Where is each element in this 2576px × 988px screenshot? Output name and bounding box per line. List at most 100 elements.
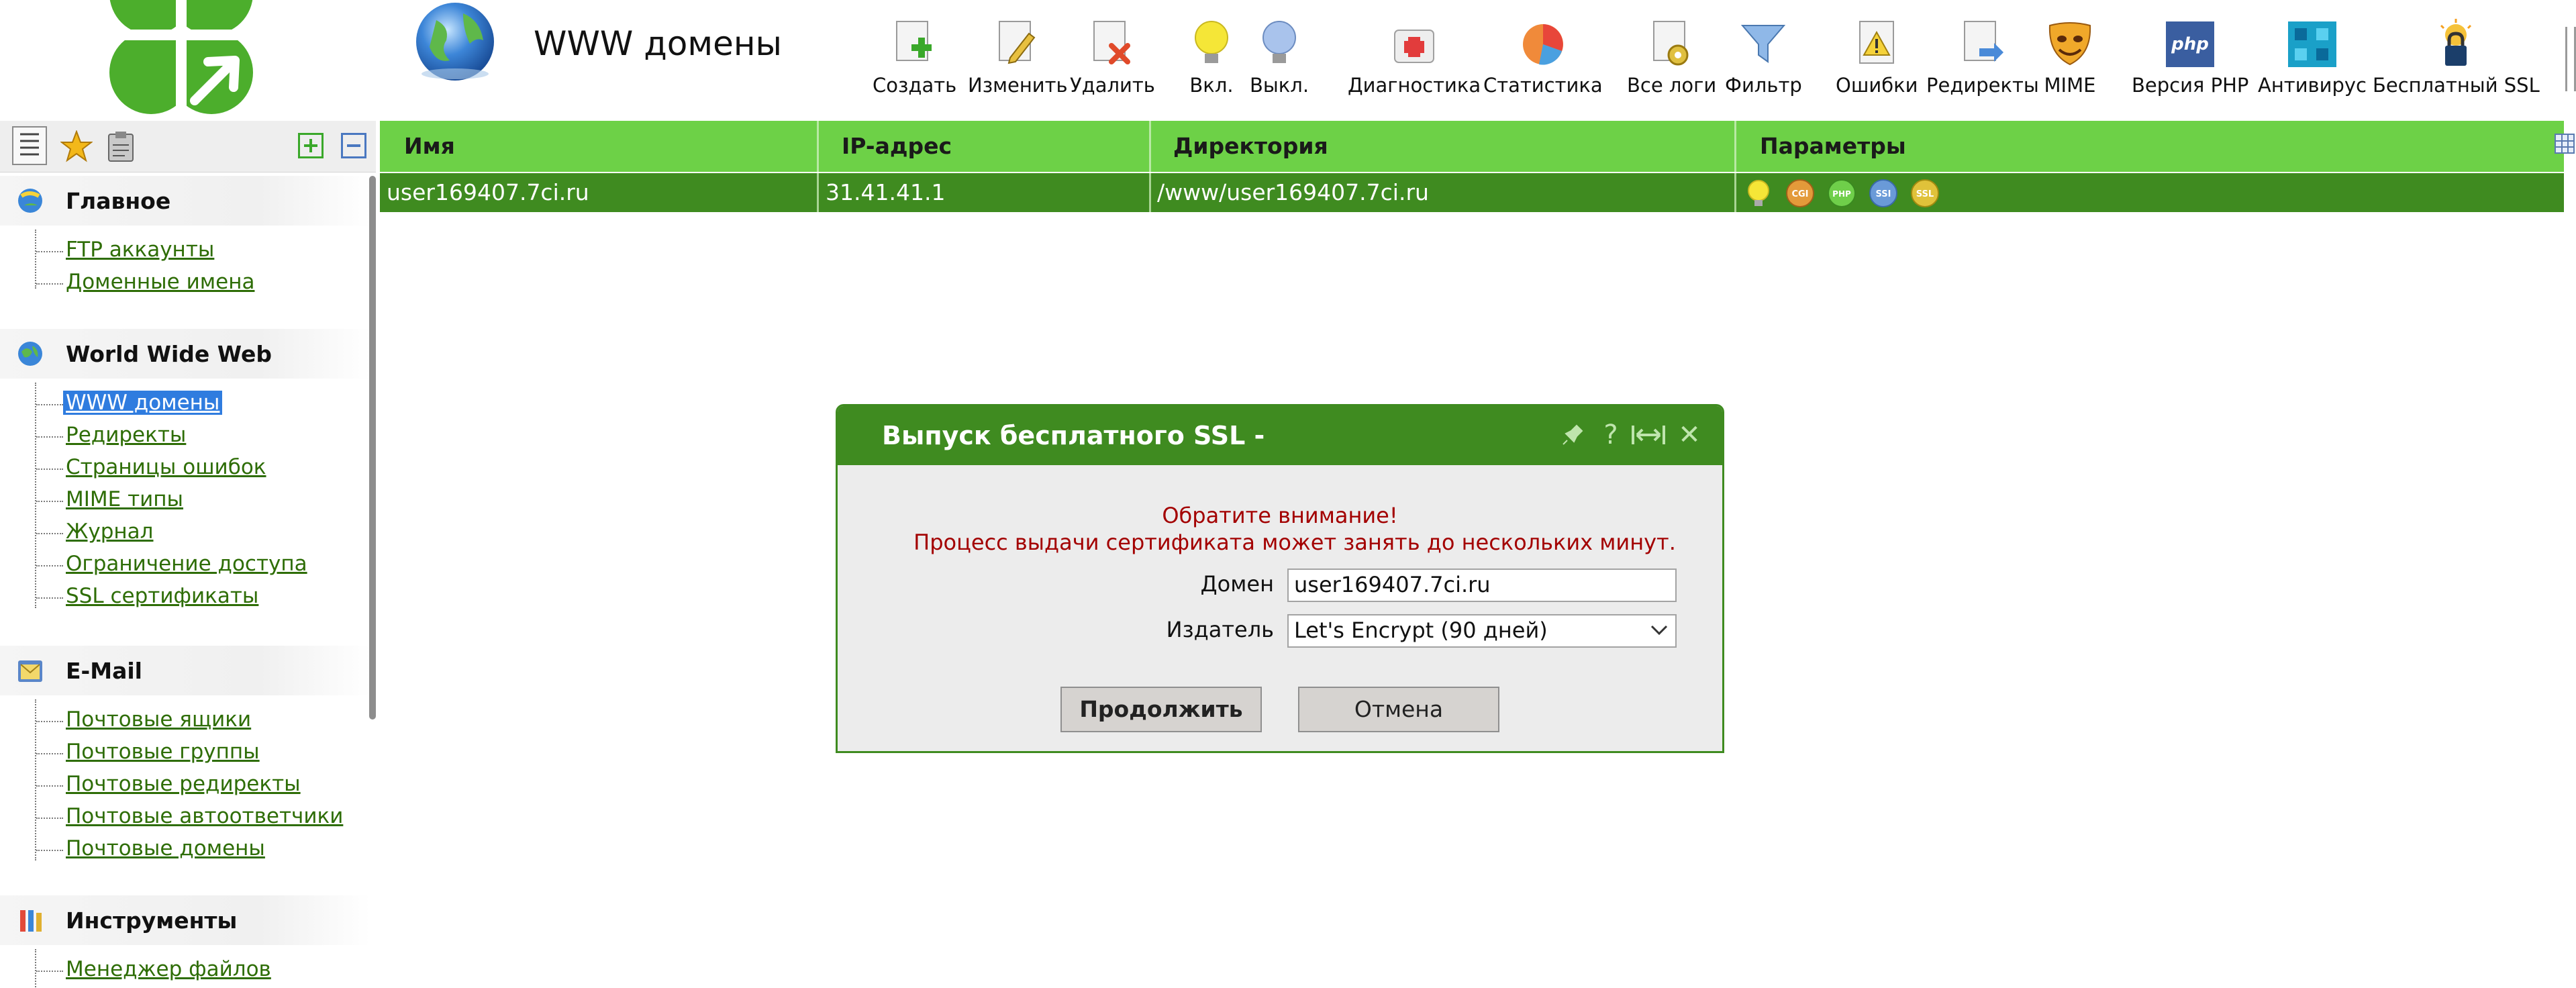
page-title: WWW домены bbox=[534, 24, 783, 63]
sidebar-item-ftp-accounts[interactable]: FTP аккаунты bbox=[66, 238, 214, 262]
expand-width-icon[interactable] bbox=[1628, 418, 1669, 452]
sidebar-item-mail-autoresponders[interactable]: Почтовые автоответчики bbox=[66, 804, 343, 828]
toolbar-off-button[interactable]: Выкл. bbox=[1250, 16, 1309, 97]
toolbar-antivirus-button[interactable]: Антивирус bbox=[2258, 16, 2367, 97]
mail-icon bbox=[18, 660, 42, 682]
masks-icon bbox=[2042, 16, 2098, 72]
delete-icon bbox=[1084, 16, 1140, 72]
sidebar-section-title: Инструменты bbox=[66, 907, 238, 934]
clipboard-icon[interactable] bbox=[105, 130, 137, 162]
pie-chart-icon bbox=[1515, 16, 1571, 72]
php-badge-icon: PHP bbox=[1828, 179, 1856, 207]
main-globe-icon bbox=[18, 189, 42, 213]
sidebar-item-redirects[interactable]: Редиректы bbox=[66, 423, 186, 447]
close-icon[interactable]: ✕ bbox=[1673, 418, 1706, 452]
cell-name: user169407.7ci.ru bbox=[387, 179, 589, 205]
toolbar-delete-button[interactable]: Удалить bbox=[1070, 16, 1155, 97]
warning-message: Процесс выдачи сертификата может занять … bbox=[913, 530, 1676, 555]
app-logo bbox=[94, 0, 255, 118]
toolbar-filter-button[interactable]: Фильтр bbox=[1725, 16, 1802, 97]
sidebar-item-mime-types[interactable]: MIME типы bbox=[66, 487, 183, 511]
favorites-star-icon[interactable] bbox=[60, 130, 93, 162]
sidebar-item-mail-redirects[interactable]: Почтовые редиректы bbox=[66, 772, 301, 796]
sidebar-item-ssl-certificates[interactable]: SSL сертификаты bbox=[66, 584, 258, 608]
column-settings-icon[interactable] bbox=[2555, 132, 2575, 156]
domain-label: Домен bbox=[1200, 571, 1274, 597]
php-icon: php bbox=[2162, 16, 2218, 72]
svg-text:SSI: SSI bbox=[1876, 189, 1891, 199]
sidebar: Главное FTP аккаунты Доменные имена Worl… bbox=[0, 173, 370, 988]
dialog-title: Выпуск бесплатного SSL - bbox=[882, 421, 1265, 450]
tree-view-icon[interactable] bbox=[12, 126, 47, 165]
column-header-directory[interactable]: Директория bbox=[1173, 133, 1328, 159]
ssi-badge-icon: SSI bbox=[1869, 179, 1897, 207]
cell-directory: /www/user169407.7ci.ru bbox=[1157, 179, 1429, 205]
column-header-ip[interactable]: IP-адрес bbox=[842, 133, 952, 159]
bulb-off-icon bbox=[1251, 16, 1307, 72]
sidebar-item-journal[interactable]: Журнал bbox=[66, 520, 154, 544]
free-ssl-dialog: Выпуск бесплатного SSL - ? ✕ Обратите вн… bbox=[836, 404, 1724, 753]
antivirus-icon bbox=[2284, 16, 2340, 72]
toolbar-stats-button[interactable]: Статистика bbox=[1483, 16, 1603, 97]
dialog-header[interactable]: Выпуск бесплатного SSL - ? ✕ bbox=[838, 406, 1722, 465]
column-header-name[interactable]: Имя bbox=[404, 133, 455, 159]
toolbar-diagnostics-button[interactable]: Диагностика bbox=[1348, 16, 1481, 97]
warning-title: Обратите внимание! bbox=[1162, 503, 1398, 528]
pin-icon[interactable] bbox=[1556, 418, 1589, 452]
toolbar-on-button[interactable]: Вкл. bbox=[1183, 16, 1240, 97]
cancel-button[interactable]: Отмена bbox=[1298, 687, 1499, 732]
domain-field[interactable]: user169407.7ci.ru bbox=[1287, 569, 1677, 602]
sidebar-item-mail-domains[interactable]: Почтовые домены bbox=[66, 836, 265, 860]
sidebar-section-title: E-Mail bbox=[66, 658, 142, 684]
toolbar-redirects-button[interactable]: Редиректы bbox=[1926, 16, 2039, 97]
web-globe-icon bbox=[18, 342, 42, 366]
cgi-badge-icon: CGI bbox=[1786, 179, 1814, 207]
sidebar-item-www-domains[interactable]: WWW домены bbox=[63, 391, 223, 415]
first-aid-icon bbox=[1386, 16, 1442, 72]
continue-button[interactable]: Продолжить bbox=[1060, 687, 1262, 732]
ssl-lock-icon bbox=[2428, 16, 2484, 72]
bulb-on-icon bbox=[1183, 16, 1240, 72]
sidebar-section-title: Главное bbox=[66, 188, 171, 214]
help-icon[interactable]: ? bbox=[1596, 418, 1626, 452]
table-header: Имя IP-адрес Директория Параметры bbox=[380, 121, 2564, 172]
toolbar-create-button[interactable]: Создать bbox=[873, 16, 956, 97]
toolbar-free-ssl-button[interactable]: Бесплатный SSL bbox=[2373, 16, 2540, 97]
issuer-label: Издатель bbox=[1166, 617, 1274, 642]
sidebar-item-error-pages[interactable]: Страницы ошибок bbox=[66, 455, 266, 479]
sidebar-item-domain-names[interactable]: Доменные имена bbox=[66, 270, 254, 294]
svg-text:PHP: PHP bbox=[1832, 189, 1851, 199]
sidebar-item-mail-groups[interactable]: Почтовые группы bbox=[66, 740, 260, 764]
globe-icon bbox=[416, 3, 494, 81]
cell-ip: 31.41.41.1 bbox=[826, 179, 946, 205]
sidebar-section-tools[interactable]: Инструменты bbox=[0, 895, 370, 945]
toolbar-php-button[interactable]: php Версия PHP bbox=[2132, 16, 2248, 97]
toolbar-edit-button[interactable]: Изменить bbox=[968, 16, 1068, 97]
redirect-doc-icon bbox=[1954, 16, 2011, 72]
expand-all-icon[interactable] bbox=[298, 133, 324, 158]
table-row[interactable]: user169407.7ci.ru 31.41.41.1 /www/user16… bbox=[380, 173, 2564, 212]
collapse-all-icon[interactable] bbox=[341, 133, 366, 158]
sidebar-section-email[interactable]: E-Mail bbox=[0, 646, 370, 695]
warning-doc-icon bbox=[1848, 16, 1905, 72]
sidebar-toolbar bbox=[0, 121, 376, 172]
issuer-selected-value: Let's Encrypt (90 дней) bbox=[1294, 618, 1548, 643]
issuer-select[interactable]: Let's Encrypt (90 дней) bbox=[1287, 614, 1677, 648]
column-header-params[interactable]: Параметры bbox=[1760, 133, 1906, 159]
toolbar-errors-button[interactable]: Ошибки bbox=[1836, 16, 1918, 97]
toolbar-mime-button[interactable]: MIME bbox=[2042, 16, 2098, 97]
window-edge-handle bbox=[2565, 27, 2576, 91]
ssl-badge-icon: SSL bbox=[1911, 179, 1939, 207]
bulb-on-icon bbox=[1748, 180, 1769, 206]
sidebar-section-main[interactable]: Главное bbox=[0, 176, 370, 226]
toolbar-logs-button[interactable]: Все логи bbox=[1627, 16, 1716, 97]
funnel-icon bbox=[1735, 16, 1791, 72]
sidebar-scrollbar[interactable] bbox=[369, 176, 376, 720]
sidebar-item-access-restriction[interactable]: Ограничение доступа bbox=[66, 552, 307, 576]
create-icon bbox=[887, 16, 943, 72]
sidebar-item-file-manager[interactable]: Менеджер файлов bbox=[66, 957, 271, 981]
sidebar-section-www[interactable]: World Wide Web bbox=[0, 329, 370, 379]
svg-text:SSL: SSL bbox=[1916, 189, 1934, 199]
sidebar-section-title: World Wide Web bbox=[66, 341, 273, 367]
sidebar-item-mailboxes[interactable]: Почтовые ящики bbox=[66, 707, 251, 732]
